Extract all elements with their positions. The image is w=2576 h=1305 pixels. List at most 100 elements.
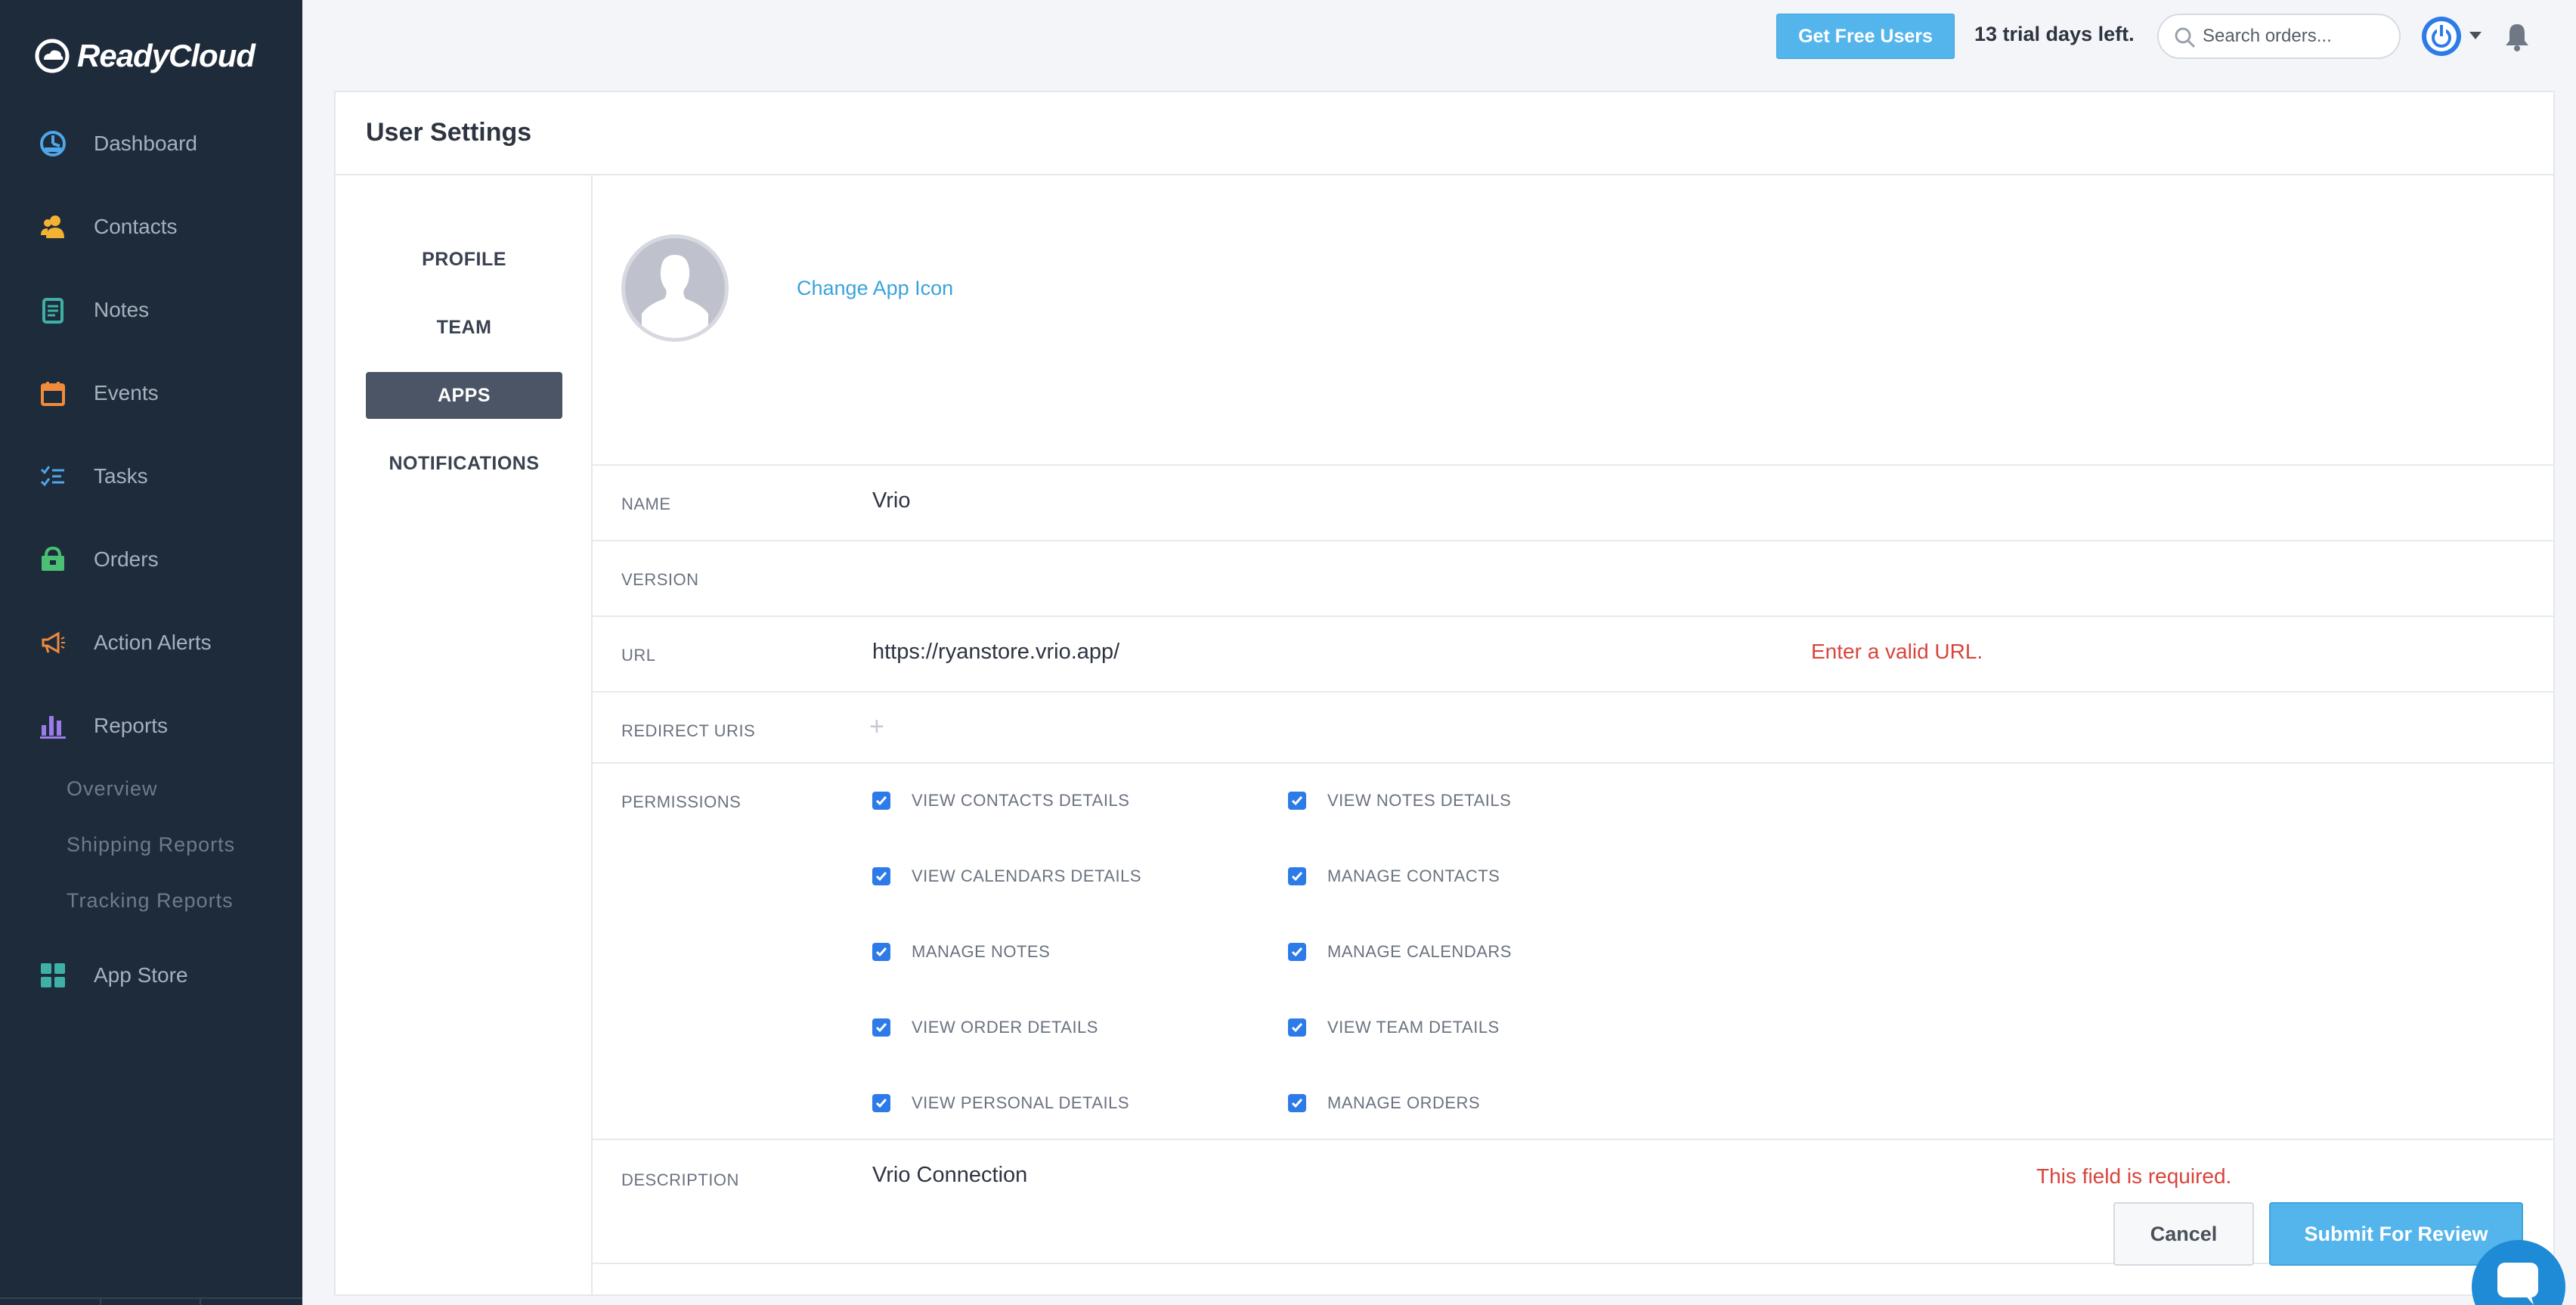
checkmark-icon	[875, 1099, 887, 1108]
bar-chart-icon	[38, 711, 68, 741]
brand-name: ReadyCloud	[77, 38, 255, 73]
checkmark-icon	[875, 947, 887, 957]
sidebar-item-orders[interactable]: Orders	[0, 529, 302, 590]
checkmark-icon	[1291, 1099, 1303, 1108]
sidebar-item-label: App Store	[94, 963, 188, 987]
calendar-icon	[38, 378, 68, 408]
app-form: Change App Icon NAME Vrio VERSION URL ht…	[593, 175, 2555, 1296]
name-field[interactable]: Vrio	[872, 488, 911, 513]
checkmark-icon	[875, 872, 887, 882]
checkbox-checked[interactable]	[1288, 867, 1306, 885]
sidebar-item-label: Action Alerts	[94, 631, 212, 654]
checkmark-icon	[1291, 796, 1303, 806]
account-power-icon[interactable]	[2420, 15, 2463, 57]
checkmark-icon	[875, 1023, 887, 1033]
search-icon	[2175, 27, 2196, 48]
tab-notifications[interactable]: NOTIFICATIONS	[366, 440, 562, 487]
version-label: VERSION	[621, 570, 699, 589]
permission-label: VIEW CALENDARS DETAILS	[912, 866, 1141, 885]
checkbox-checked[interactable]	[872, 1018, 890, 1037]
sidebar-item-contacts[interactable]: Contacts	[0, 197, 302, 257]
permission-view-contacts-details[interactable]: VIEW CONTACTS DETAILS	[872, 791, 1129, 811]
divider	[593, 1263, 2555, 1264]
checkbox-checked[interactable]	[1288, 792, 1306, 810]
permission-view-notes-details[interactable]: VIEW NOTES DETAILS	[1288, 791, 1511, 811]
sidebar-subitem-overview[interactable]: Overview	[67, 777, 158, 801]
permissions-label: PERMISSIONS	[621, 792, 742, 811]
tab-apps[interactable]: APPS	[366, 372, 562, 419]
permission-label: MANAGE NOTES	[912, 942, 1051, 961]
divider	[593, 615, 2555, 617]
permission-label: VIEW CONTACTS DETAILS	[912, 791, 1130, 810]
sidebar-item-label: Reports	[94, 714, 169, 737]
checkmark-icon	[1291, 1023, 1303, 1033]
permission-view-personal-details[interactable]: VIEW PERSONAL DETAILS	[872, 1093, 1129, 1113]
search-input[interactable]	[2203, 26, 2384, 47]
sidebar-item-label: Orders	[94, 547, 159, 571]
checkbox-checked[interactable]	[872, 1094, 890, 1112]
dashboard-icon	[38, 129, 68, 159]
checkbox-checked[interactable]	[1288, 943, 1306, 961]
checkbox-checked[interactable]	[872, 943, 890, 961]
tab-team[interactable]: TEAM	[366, 304, 562, 351]
permission-view-order-details[interactable]: VIEW ORDER DETAILS	[872, 1018, 1098, 1037]
permission-manage-calendars[interactable]: MANAGE CALENDARS	[1288, 942, 1512, 962]
sidebar-item-label: Events	[94, 381, 159, 405]
get-free-users-button[interactable]: Get Free Users	[1776, 14, 1955, 59]
cloud-logo-icon	[35, 39, 70, 73]
divider	[593, 540, 2555, 541]
url-error: Enter a valid URL.	[1811, 640, 1983, 663]
checkbox-checked[interactable]	[872, 867, 890, 885]
checkbox-checked[interactable]	[872, 792, 890, 810]
permission-label: VIEW TEAM DETAILS	[1327, 1018, 1500, 1037]
tab-profile[interactable]: PROFILE	[366, 236, 562, 283]
url-field[interactable]: https://ryanstore.vrio.app/	[872, 640, 1119, 665]
divider	[593, 691, 2555, 693]
sidebar-subitem-tracking-reports[interactable]: Tracking Reports	[67, 889, 234, 913]
sidebar-item-notes[interactable]: Notes	[0, 280, 302, 340]
sidebar-item-dashboard[interactable]: Dashboard	[0, 113, 302, 174]
chat-widget-button[interactable]	[2472, 1240, 2565, 1305]
permission-label: VIEW ORDER DETAILS	[912, 1018, 1098, 1037]
sidebar: ReadyCloud Dashboard Contacts Notes Even…	[0, 0, 302, 1305]
add-redirect-uri-plus-icon[interactable]: +	[869, 712, 884, 742]
permission-manage-contacts[interactable]: MANAGE CONTACTS	[1288, 866, 1500, 886]
bell-icon[interactable]	[2503, 21, 2531, 51]
app-avatar[interactable]	[621, 234, 729, 342]
checkmark-icon	[875, 796, 887, 806]
account-chevron-down-icon[interactable]	[2469, 30, 2482, 41]
sidebar-item-label: Notes	[94, 298, 150, 321]
orders-icon	[38, 544, 68, 575]
change-app-icon-link[interactable]: Change App Icon	[797, 277, 953, 300]
megaphone-icon	[38, 628, 68, 658]
sidebar-item-events[interactable]: Events	[0, 363, 302, 423]
checkbox-checked[interactable]	[1288, 1018, 1306, 1037]
checkmark-icon	[1291, 872, 1303, 882]
sidebar-subitem-shipping-reports[interactable]: Shipping Reports	[67, 833, 235, 857]
sidebar-item-label: Tasks	[94, 464, 148, 488]
permission-manage-orders[interactable]: MANAGE ORDERS	[1288, 1093, 1480, 1113]
page-title: User Settings	[366, 118, 532, 147]
logo[interactable]: ReadyCloud	[33, 33, 255, 79]
search-box[interactable]	[2157, 14, 2401, 59]
sidebar-item-action-alerts[interactable]: Action Alerts	[0, 612, 302, 673]
description-error: This field is required.	[2036, 1164, 2232, 1188]
user-settings-panel: User Settings PROFILE TEAM APPS NOTIFICA…	[334, 91, 2555, 1296]
notes-icon	[38, 295, 68, 325]
permission-label: MANAGE ORDERS	[1327, 1093, 1481, 1112]
permission-view-calendars-details[interactable]: VIEW CALENDARS DETAILS	[872, 866, 1141, 886]
sidebar-item-reports[interactable]: Reports	[0, 696, 302, 756]
sidebar-item-tasks[interactable]: Tasks	[0, 446, 302, 507]
description-field[interactable]: Vrio Connection	[872, 1163, 1027, 1188]
tasks-icon	[38, 461, 68, 491]
cancel-button[interactable]: Cancel	[2113, 1202, 2254, 1266]
checkmark-icon	[1291, 947, 1303, 957]
permission-view-team-details[interactable]: VIEW TEAM DETAILS	[1288, 1018, 1500, 1037]
permission-manage-notes[interactable]: MANAGE NOTES	[872, 942, 1050, 962]
version-field[interactable]	[872, 564, 1779, 594]
divider	[593, 1139, 2555, 1140]
sidebar-item-app-store[interactable]: App Store	[0, 945, 302, 1006]
checkbox-checked[interactable]	[1288, 1094, 1306, 1112]
sidebar-footer	[0, 1297, 302, 1305]
permission-label: VIEW NOTES DETAILS	[1327, 791, 1512, 810]
